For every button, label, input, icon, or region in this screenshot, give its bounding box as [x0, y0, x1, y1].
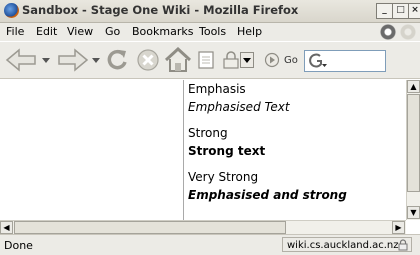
search-input[interactable] [304, 50, 386, 72]
status-text: Done [4, 239, 33, 252]
google-search-icon[interactable] [308, 53, 328, 69]
menu-help[interactable]: Help [237, 25, 262, 38]
status-bar: Done wiki.cs.auckland.ac.nz [0, 234, 420, 255]
stop-icon[interactable] [136, 47, 160, 73]
scroll-up-button[interactable]: ▲ [407, 80, 420, 93]
status-url: wiki.cs.auckland.ac.nz [282, 237, 412, 252]
menu-go[interactable]: Go [105, 25, 120, 38]
back-dropdown-icon[interactable] [42, 56, 50, 64]
go-icon[interactable] [264, 52, 280, 68]
emphasis-heading: Emphasis [188, 82, 246, 96]
menu-bookmarks[interactable]: Bookmarks [132, 25, 193, 38]
vertical-scroll-thumb[interactable] [407, 94, 420, 192]
emphasised-text: Emphasised Text [188, 100, 290, 114]
scroll-right-button[interactable]: ▶ [392, 221, 405, 234]
scroll-left-button[interactable]: ◀ [0, 221, 13, 234]
horizontal-scroll-thumb[interactable] [14, 221, 286, 234]
lock-icon [223, 51, 239, 69]
notification-icon[interactable] [380, 24, 396, 40]
reload-icon[interactable] [104, 47, 130, 73]
minimize-button[interactable]: _ [376, 3, 393, 19]
title-bar: Sandbox - Stage One Wiki - Mozilla Firef… [0, 0, 420, 23]
menu-view[interactable]: View [67, 25, 93, 38]
vertical-scrollbar[interactable]: ▲ ▼ [406, 80, 420, 220]
horizontal-scrollbar[interactable]: ◀ ▶ [0, 220, 406, 235]
scroll-down-button[interactable]: ▼ [407, 206, 420, 219]
maximize-button[interactable]: □ [392, 3, 409, 19]
window-title: Sandbox - Stage One Wiki - Mozilla Firef… [22, 3, 299, 17]
menu-file[interactable]: File [6, 25, 24, 38]
status-url-text: wiki.cs.auckland.ac.nz [287, 240, 399, 251]
menu-edit[interactable]: Edit [36, 25, 57, 38]
strong-heading: Strong [188, 126, 228, 140]
url-dropdown-icon[interactable] [240, 52, 254, 68]
forward-dropdown-icon[interactable] [92, 56, 100, 64]
page-icon [198, 51, 214, 69]
navigation-toolbar: Go [0, 42, 420, 79]
menu-tools[interactable]: Tools [199, 25, 226, 38]
home-icon[interactable] [164, 47, 192, 73]
status-lock-icon [398, 239, 408, 251]
close-button[interactable]: × [408, 3, 420, 19]
go-label[interactable]: Go [284, 55, 298, 66]
firefox-logo-icon [4, 3, 19, 18]
forward-arrow-icon[interactable] [54, 47, 90, 73]
back-arrow-icon[interactable] [4, 47, 40, 73]
strong-text: Strong text [188, 144, 266, 158]
page-content: Emphasis Emphasised Text Strong Strong t… [184, 80, 406, 220]
sidebar-panel [0, 80, 184, 220]
emphasised-strong-text: Emphasised and strong [188, 188, 347, 202]
throbber-icon [400, 24, 416, 40]
very-strong-heading: Very Strong [188, 170, 259, 184]
menu-bar: File Edit View Go Bookmarks Tools Help [0, 23, 420, 41]
